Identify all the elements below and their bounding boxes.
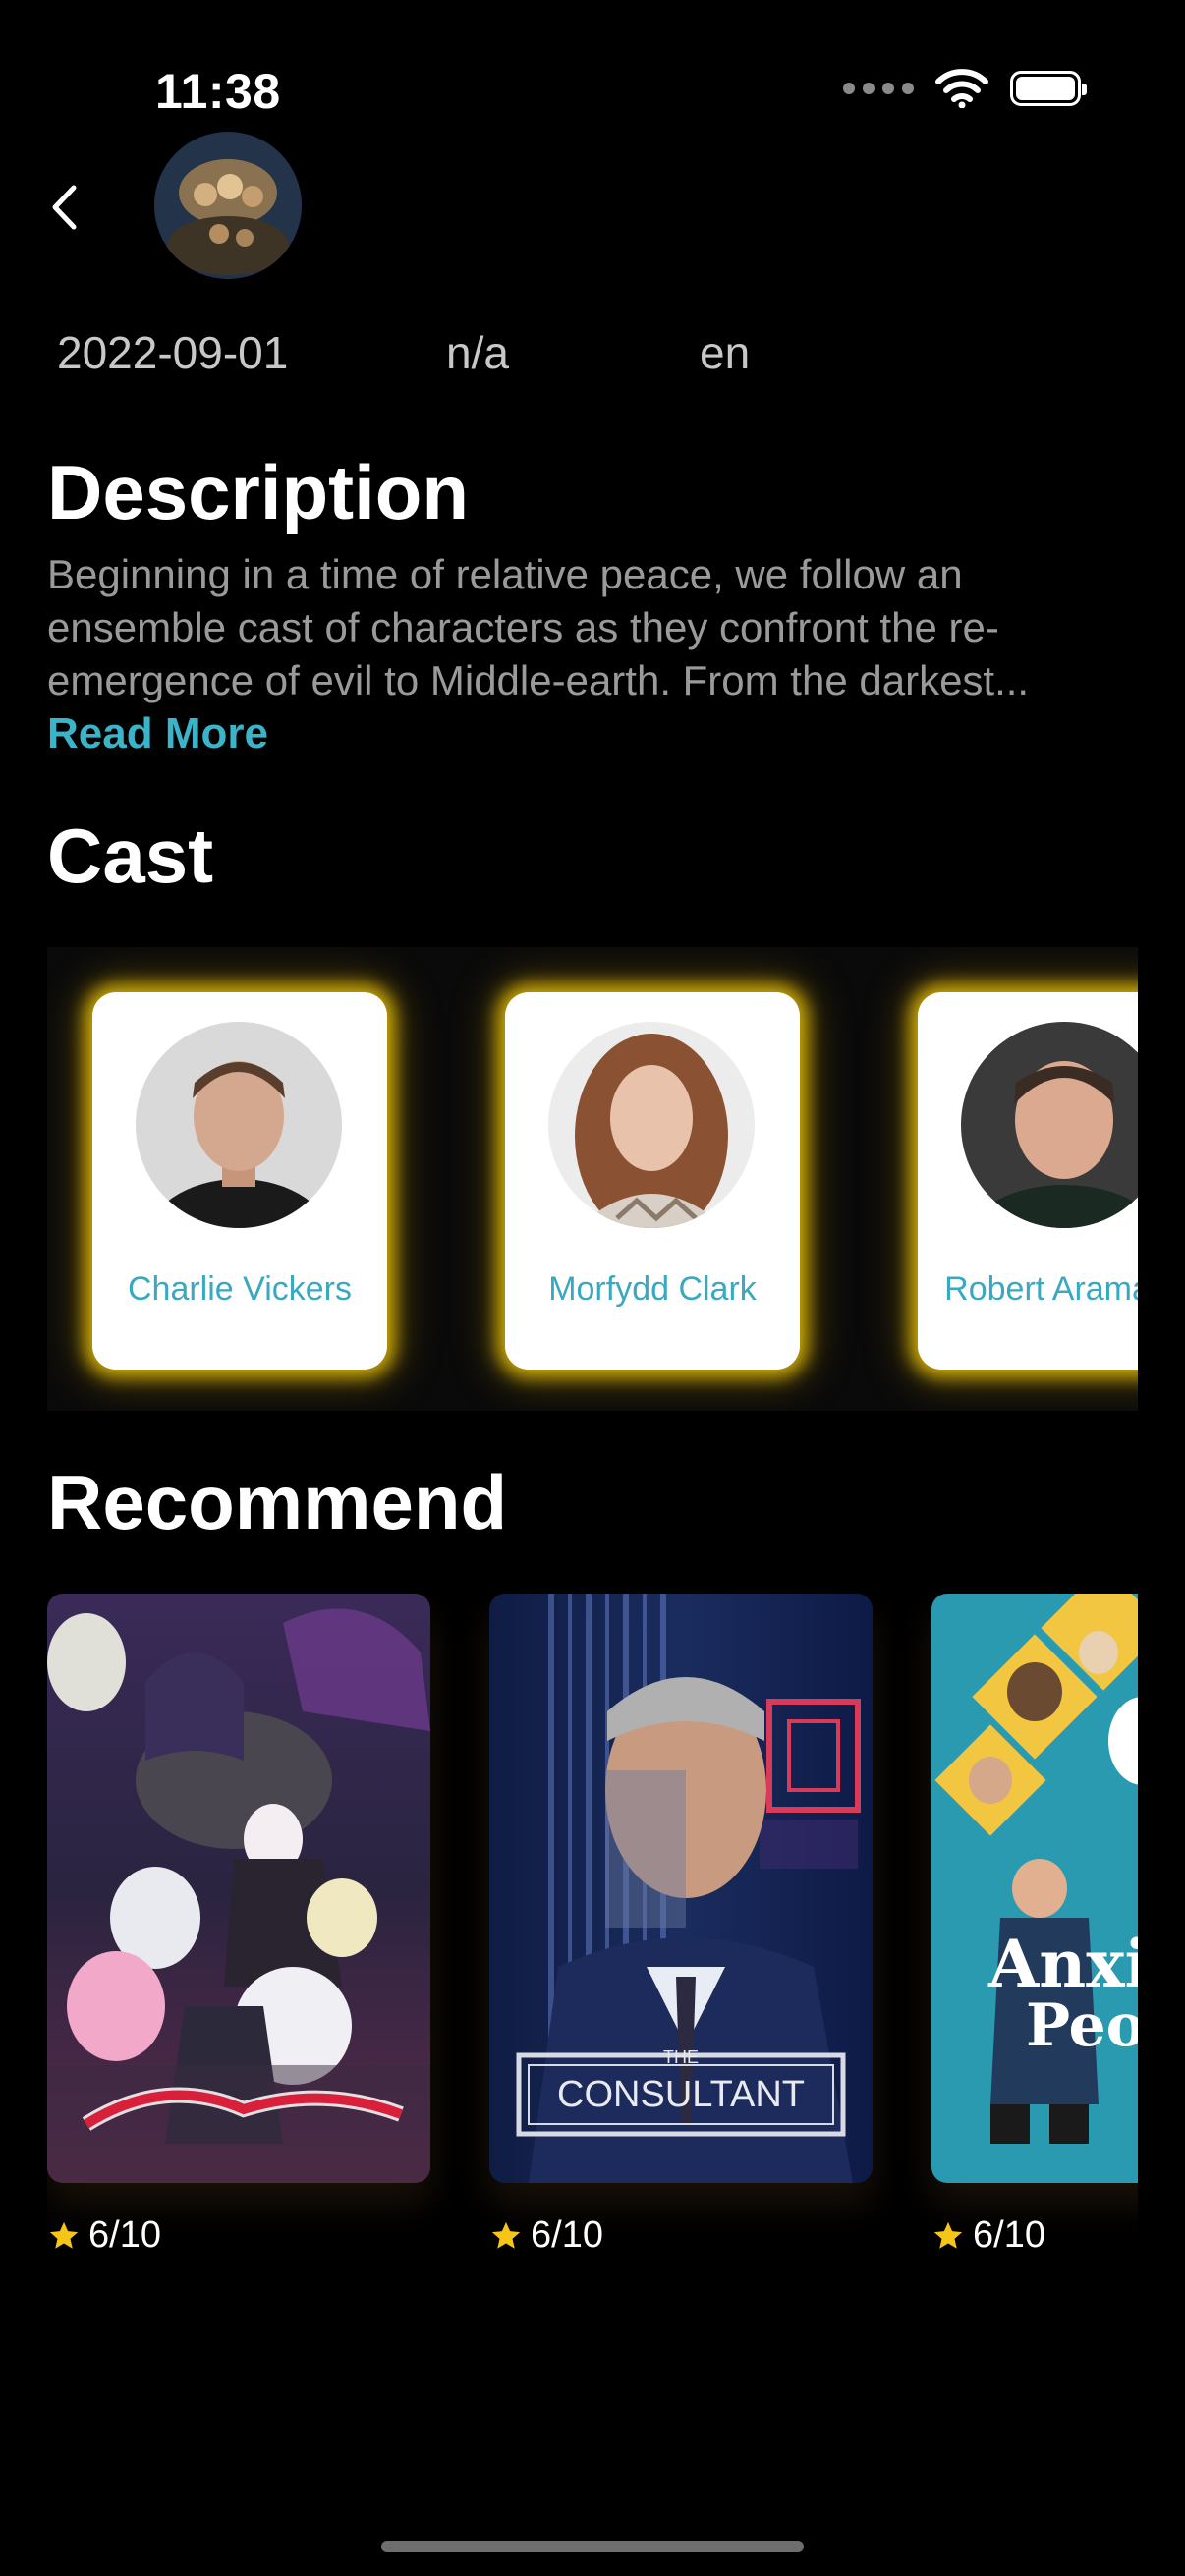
star-icon: [49, 2221, 79, 2249]
star-icon: [933, 2221, 963, 2249]
wifi-icon: [935, 69, 988, 108]
battery-icon: [1010, 71, 1087, 106]
cast-card[interactable]: Morfydd Clark: [505, 992, 800, 1370]
cast-card[interactable]: Robert Aramayo: [918, 992, 1138, 1370]
cast-heading: Cast: [47, 812, 214, 899]
poster-title: Peo: [1026, 1991, 1138, 2060]
cast-photo: [548, 1022, 755, 1228]
rating: 6/10: [931, 2214, 1045, 2257]
star-icon: [491, 2221, 521, 2249]
cast-name: Charlie Vickers: [127, 1270, 352, 1308]
recommend-heading: Recommend: [47, 1459, 508, 1545]
status-icons: [843, 69, 1087, 108]
cast-name: Robert Aramayo: [944, 1270, 1138, 1308]
rating-value: 6/10: [531, 2214, 603, 2256]
release-date: 2022-09-01: [57, 334, 289, 378]
cast-photo: [961, 1022, 1138, 1228]
poster-title-small: THE: [663, 2047, 699, 2067]
rating-value: 6/10: [88, 2214, 161, 2256]
cast-card[interactable]: Charlie Vickers: [92, 992, 387, 1370]
back-button[interactable]: [39, 175, 88, 240]
poster-title: CONSULTANT: [557, 2074, 805, 2115]
recommend-carousel[interactable]: 6/10 THE CONSULTANT 6/10 Anxi Peo 6/10: [47, 1594, 1138, 2271]
language: en: [700, 334, 751, 378]
cellular-signal-icon: [843, 83, 914, 94]
recommend-poster: THE CONSULTANT: [489, 1594, 873, 2183]
recommend-poster: [47, 1594, 430, 2183]
recommend-card[interactable]: THE CONSULTANT 6/10: [489, 1594, 873, 2256]
description-heading: Description: [47, 449, 470, 535]
chevron-left-icon: [52, 185, 77, 230]
status-time: 11:38: [155, 64, 281, 119]
rating: 6/10: [489, 2214, 603, 2257]
recommend-card[interactable]: Anxi Peo 6/10: [931, 1594, 1138, 2256]
meta-row: 2022-09-01 n/a en: [57, 334, 1177, 387]
runtime: n/a: [446, 334, 509, 378]
screen: 11:38 2022-09-01 n/a en Description Begi…: [0, 0, 1185, 2576]
home-indicator[interactable]: [381, 2541, 804, 2552]
cast-photo: [136, 1022, 342, 1228]
recommend-poster: Anxi Peo: [931, 1594, 1138, 2183]
show-poster-avatar: [154, 132, 302, 279]
cast-name: Morfydd Clark: [548, 1270, 757, 1308]
description-text: Beginning in a time of relative peace, w…: [47, 551, 1030, 703]
cast-carousel[interactable]: Charlie Vickers Morfydd Clark Robert Ara…: [47, 947, 1138, 1411]
rating-value: 6/10: [973, 2214, 1045, 2256]
read-more-link[interactable]: Read More: [47, 709, 268, 758]
recommend-card[interactable]: 6/10: [47, 1594, 430, 2256]
rating: 6/10: [47, 2214, 161, 2257]
